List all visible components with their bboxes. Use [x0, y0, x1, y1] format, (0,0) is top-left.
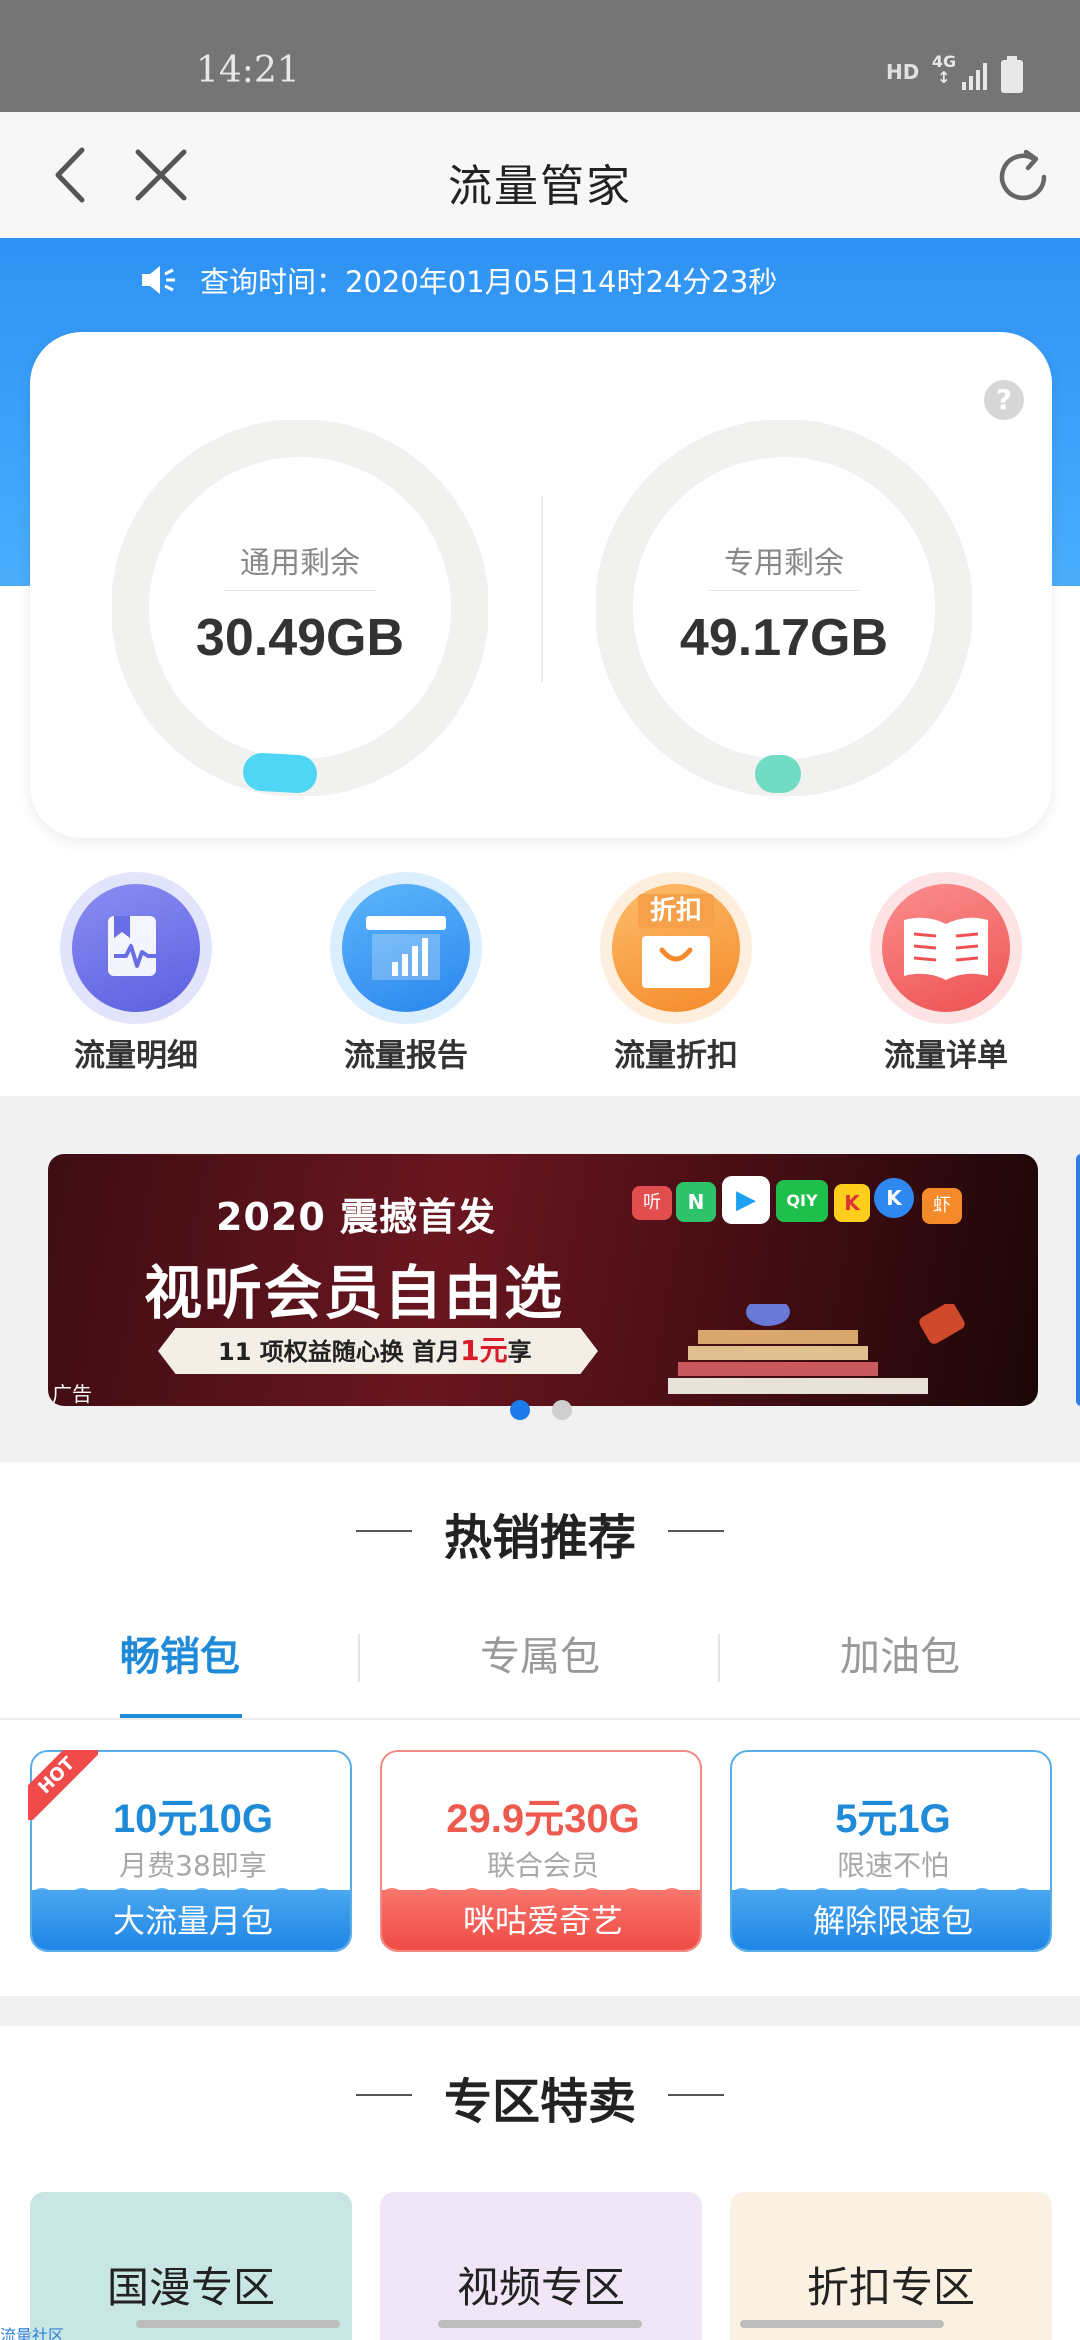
open-book-icon — [870, 872, 1022, 1024]
gauge-divider — [708, 590, 860, 591]
package-name: 解除限速包 — [732, 1890, 1050, 1950]
app-chip: K — [834, 1184, 870, 1222]
app-chip: N — [676, 1182, 716, 1222]
quick-action-label: 流量报告 — [344, 1038, 468, 1074]
quick-action-traffic-detail[interactable]: 流量明细 — [46, 872, 226, 1074]
hot-section-title: 热销推荐 — [443, 1510, 636, 1566]
package-desc: 月费38即享 — [119, 1849, 267, 1882]
help-icon[interactable]: ? — [984, 380, 1024, 420]
tab-exclusive[interactable]: 专属包 — [420, 1624, 660, 1682]
card-divider — [541, 496, 543, 682]
quick-action-label: 流量详单 — [884, 1038, 1008, 1074]
package-price: 29.9元30G — [446, 1797, 640, 1841]
package-desc: 限速不怕 — [836, 1849, 949, 1882]
section-separator — [0, 1996, 1080, 2026]
quick-action-label: 流量明细 — [74, 1038, 198, 1074]
package-price: 5元1G — [835, 1797, 951, 1841]
title-rule-right — [668, 2094, 724, 2096]
quick-action-traffic-report[interactable]: 流量报告 — [316, 872, 496, 1074]
hot-ribbon-text: HOT — [28, 1750, 98, 1820]
banner-price: 1元 — [460, 1334, 508, 1367]
tab-addon[interactable]: 加油包 — [780, 1624, 1020, 1682]
bottom-nav-handle[interactable] — [740, 2320, 944, 2328]
banner-subtitle-suffix: 享 — [507, 1338, 532, 1366]
ad-label: 广告 — [52, 1382, 92, 1406]
hd-indicator: HD — [886, 60, 920, 84]
bottom-nav-handle[interactable] — [438, 2320, 642, 2328]
package-desc: 联合会员 — [486, 1849, 599, 1882]
gauge-value: 30.49GB — [195, 609, 405, 667]
signal-icon — [962, 63, 987, 90]
active-tab-indicator — [120, 1714, 242, 1718]
books-illustration — [668, 1304, 965, 1394]
package-name: 大流量月包 — [32, 1890, 350, 1950]
banner-subtitle-text: 11 项权益随心换 首月 — [218, 1338, 461, 1366]
detail-chart-icon — [60, 872, 212, 1024]
gauge-divider — [224, 590, 376, 591]
report-bars-icon — [330, 872, 482, 1024]
package-card[interactable]: 29.9元30G 联合会员 咪咕爱奇艺 — [380, 1750, 702, 1952]
quick-action-label: 流量折扣 — [614, 1038, 738, 1074]
app-chip: 虾 — [922, 1188, 962, 1224]
discount-badge-text: 折扣 — [638, 894, 714, 928]
tab-separator — [358, 1634, 360, 1682]
query-time-text: 查询时间：2020年01月05日14时24分23秒 — [200, 265, 778, 299]
app-chip: QIY — [776, 1180, 828, 1222]
next-banner-peek[interactable] — [1076, 1154, 1080, 1406]
general-remaining-gauge[interactable]: 通用剩余 30.49GB — [112, 420, 488, 796]
banner-headline: 2020 震撼首发 — [216, 1195, 496, 1239]
hot-ribbon: HOT — [28, 1750, 98, 1820]
zone-section-title: 专区特卖 — [443, 2074, 636, 2130]
banner-pagination — [510, 1400, 594, 1420]
page-title: 流量管家 — [448, 161, 632, 212]
banner-title: 视听会员自由选 — [144, 1259, 565, 1327]
promo-banner[interactable]: 2020 震撼首发 视听会员自由选 11 项权益随心换 首月1元享 听 N ▶ … — [48, 1154, 1038, 1406]
tab-separator — [718, 1634, 720, 1682]
tab-bestseller[interactable]: 畅销包 — [60, 1624, 300, 1682]
battery-icon — [1001, 56, 1023, 93]
app-chip: K — [874, 1178, 914, 1218]
gauge-label: 专用剩余 — [724, 546, 844, 581]
speaker-icon — [142, 266, 175, 294]
tabs-divider — [0, 1718, 1080, 1720]
package-card[interactable]: 5元1G 限速不怕 解除限速包 — [730, 1750, 1052, 1952]
app-chip: 听 — [632, 1186, 672, 1220]
page-dot[interactable] — [552, 1400, 572, 1420]
app-chip: ▶ — [722, 1176, 770, 1224]
quick-action-traffic-bill[interactable]: 流量详单 — [856, 872, 1036, 1074]
bottom-nav-handle[interactable] — [136, 2320, 340, 2328]
banner-subtitle: 11 项权益随心换 首月1元享 — [158, 1328, 598, 1374]
title-rule-right — [668, 1530, 724, 1532]
status-bar: 14:21 HD 4G ↕ — [0, 0, 1080, 112]
refresh-icon[interactable] — [990, 144, 1056, 210]
discount-bag-icon: 折扣 — [600, 872, 752, 1024]
page-dot-active[interactable] — [510, 1400, 530, 1420]
flow-community-link[interactable]: 流量社区 — [0, 2322, 64, 2340]
query-time-notice: 查询时间：2020年01月05日14时24分23秒 — [138, 260, 777, 300]
nav-bar: 流量管家 — [0, 112, 1080, 238]
package-name: 咪咕爱奇艺 — [382, 1890, 700, 1950]
network-type-label: 4G — [931, 52, 957, 71]
quick-action-traffic-discount[interactable]: 折扣 流量折扣 — [586, 872, 766, 1074]
status-time: 14:21 — [196, 50, 300, 91]
gauge-label: 通用剩余 — [240, 546, 360, 581]
bottom-bar: 流量社区 — [0, 2300, 1080, 2340]
dedicated-remaining-gauge[interactable]: 专用剩余 49.17GB — [596, 420, 972, 796]
network-type-icon: 4G ↕ — [931, 52, 957, 87]
app-logo-chips: 听 N ▶ QIY K K 虾 — [632, 1176, 972, 1226]
gauge-value: 49.17GB — [679, 609, 889, 667]
